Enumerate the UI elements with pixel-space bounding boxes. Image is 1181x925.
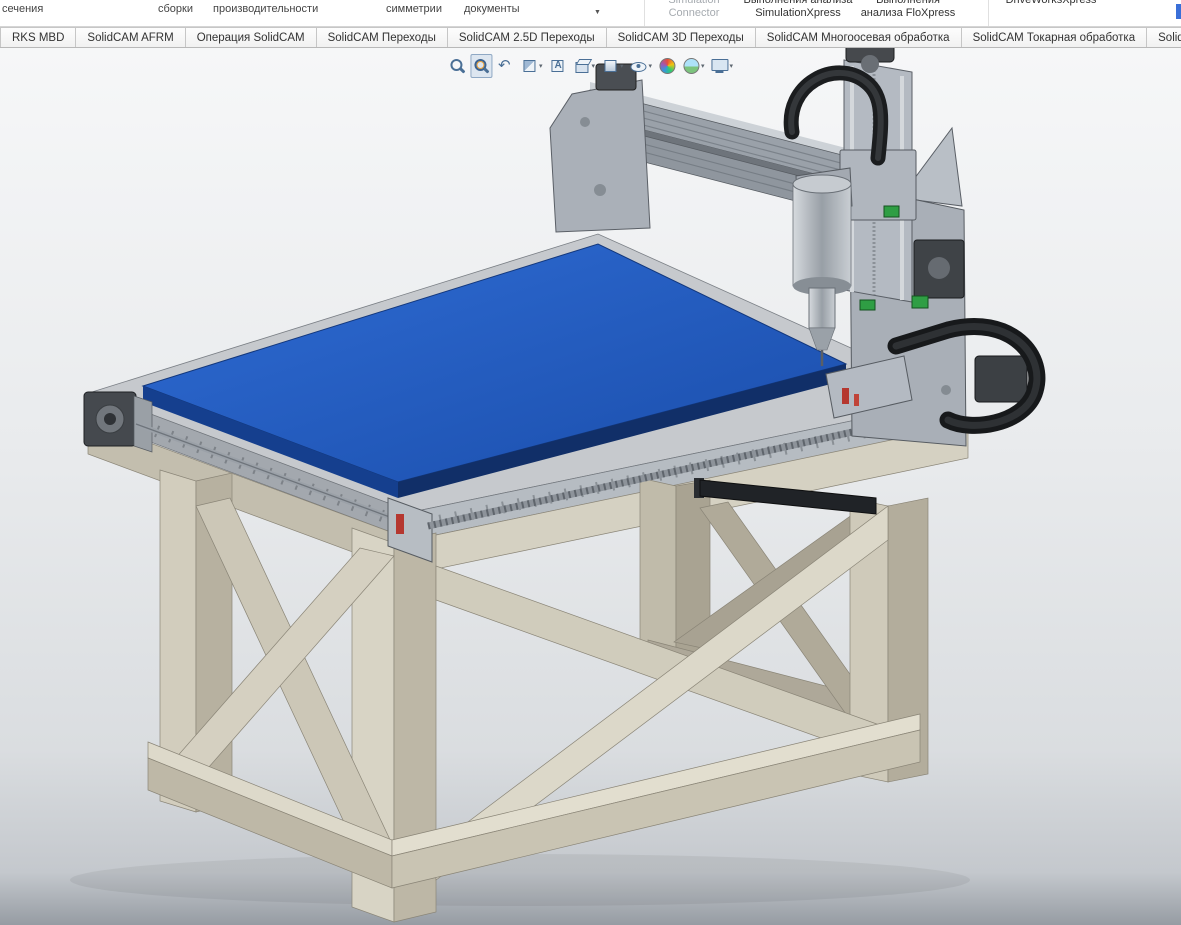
edit-appearance-icon bbox=[658, 57, 676, 75]
view-settings-icon bbox=[711, 57, 729, 75]
ribbon-command-line1: Simulation bbox=[668, 0, 720, 6]
ribbon-group-label: документы bbox=[464, 3, 520, 15]
tab-solidcam-переходы[interactable]: SolidCAM Переходы bbox=[315, 27, 448, 47]
display-style-icon bbox=[601, 57, 619, 75]
heads-up-view-toolbar: ▾ ▾ ▾ ▾ ▾ ▾ bbox=[446, 54, 735, 78]
ribbon-group-label: симметрии bbox=[386, 3, 442, 15]
zoom-to-fit-button[interactable] bbox=[446, 54, 468, 78]
ribbon-command-line2: Connector bbox=[668, 7, 720, 19]
display-style-button[interactable]: ▾ bbox=[599, 54, 626, 78]
dropdown-arrow-icon[interactable]: ▾ bbox=[701, 62, 705, 70]
dropdown-arrow-icon[interactable]: ▾ bbox=[649, 62, 653, 70]
ribbon-group-label: сборки bbox=[158, 3, 193, 15]
section-view-button[interactable]: ▾ bbox=[518, 54, 545, 78]
tab-операция-solidcam[interactable]: Операция SolidCAM bbox=[184, 27, 317, 47]
dropdown-arrow-icon[interactable]: ▾ bbox=[620, 62, 624, 70]
dropdown-arrow-icon[interactable]: ▾ bbox=[730, 62, 734, 70]
ribbon-separator bbox=[988, 0, 989, 26]
dynamic-annotation-views-icon bbox=[548, 57, 566, 75]
tab-solidcam-afrm[interactable]: SolidCAM AFRM bbox=[75, 27, 186, 47]
dropdown-arrow-icon[interactable]: ▾ bbox=[591, 62, 595, 70]
edit-appearance-button[interactable] bbox=[656, 54, 678, 78]
tab-solidcam-ш[interactable]: SolidCAM Ш bbox=[1146, 27, 1181, 47]
zoom-to-area-icon bbox=[472, 57, 490, 75]
ribbon-command[interactable]: Выполнения анализа SimulationXpress bbox=[742, 0, 854, 20]
tab-solidcam-многоосевая-обработка[interactable]: SolidCAM Многоосевая обработка bbox=[754, 27, 962, 47]
view-orientation-button[interactable]: ▾ bbox=[570, 54, 597, 78]
tab-solidcam-2.5d-переходы[interactable]: SolidCAM 2.5D Переходы bbox=[446, 27, 607, 47]
ribbon-command-line2: DriveWorksXpress bbox=[1005, 0, 1097, 6]
tab-solidcam-3d-переходы[interactable]: SolidCAM 3D Переходы bbox=[605, 27, 756, 47]
ribbon-command-line2: анализа FloXpress bbox=[860, 7, 956, 19]
section-view-icon bbox=[520, 57, 538, 75]
commandmanager-tabs: RKS MBD SolidCAM AFRM Операция SolidCAM Sol… bbox=[0, 27, 1181, 48]
ribbon: сечения сборки производительности симметрии… bbox=[0, 0, 1181, 27]
zoom-to-area-button[interactable] bbox=[469, 54, 492, 78]
dropdown-arrow-icon[interactable]: ▾ bbox=[539, 62, 543, 70]
view-orientation-icon bbox=[572, 57, 590, 75]
ribbon-command-line1: Выполнения bbox=[876, 0, 940, 6]
hide-show-items-button[interactable]: ▾ bbox=[628, 54, 655, 78]
ribbon-separator bbox=[644, 0, 645, 26]
graphics-viewport[interactable]: ▾ ▾ ▾ ▾ ▾ ▾ bbox=[0, 48, 1181, 925]
ribbon-group-label: сечения bbox=[2, 3, 44, 15]
previous-view-icon bbox=[496, 56, 514, 75]
dropdown-arrow-icon[interactable]: ▼ bbox=[594, 9, 601, 16]
tab-solidcam-токарная-обработка[interactable]: SolidCAM Токарная обработка bbox=[960, 27, 1148, 47]
ribbon-command-line2: SimulationXpress bbox=[755, 7, 841, 19]
ribbon-edge-icon[interactable] bbox=[1176, 4, 1181, 19]
previous-view-button[interactable] bbox=[494, 54, 516, 78]
tab-rks-mbd[interactable]: RKS MBD bbox=[0, 27, 77, 47]
ribbon-command-line1: Выполнения анализа bbox=[743, 0, 853, 6]
hide-show-items-icon bbox=[630, 57, 648, 75]
view-settings-button[interactable]: ▾ bbox=[709, 54, 736, 78]
ribbon-group-label: производительности bbox=[213, 3, 319, 15]
zoom-to-fit-icon bbox=[448, 57, 466, 75]
cnc-machine-model bbox=[70, 48, 1046, 923]
ribbon-command: Simulation Connector bbox=[648, 0, 740, 20]
ribbon-command[interactable]: DriveWorksXpress bbox=[992, 0, 1110, 7]
apply-scene-button[interactable]: ▾ bbox=[680, 54, 707, 78]
apply-scene-icon bbox=[682, 57, 700, 75]
dynamic-annotation-views-button[interactable] bbox=[546, 54, 568, 78]
ribbon-command[interactable]: Выполнения анализа FloXpress bbox=[852, 0, 964, 20]
